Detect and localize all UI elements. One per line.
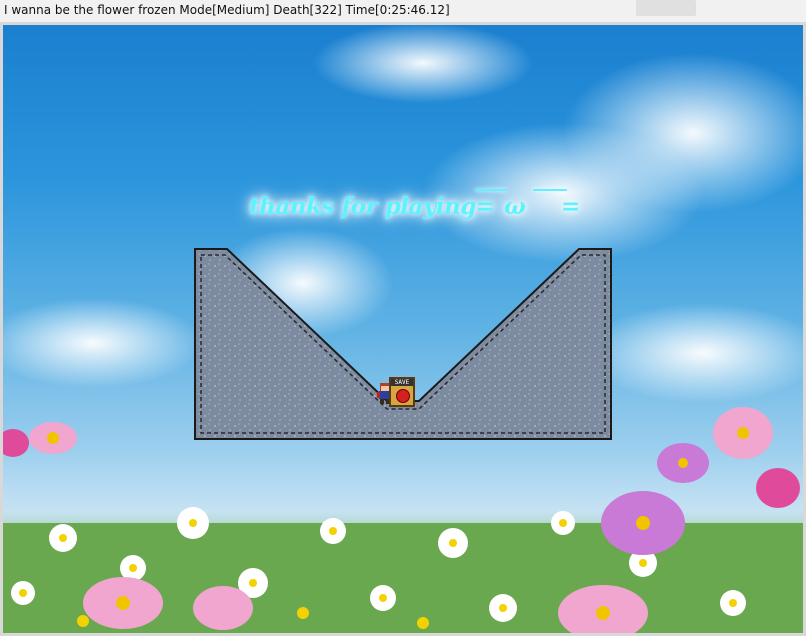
ending-message: thanks for playing= ω =	[249, 175, 589, 235]
flower-field	[3, 407, 803, 633]
save-orb-icon	[396, 389, 410, 403]
game-scene	[3, 23, 803, 633]
thanks-text: thanks for playing=	[249, 193, 495, 220]
face-brow-right	[533, 189, 567, 191]
thanks-end: =	[561, 193, 580, 220]
face-brow-left	[475, 189, 507, 191]
save-box-label: SAVE	[391, 379, 413, 386]
stone-structure	[194, 248, 612, 440]
save-point[interactable]: SAVE	[389, 377, 415, 407]
window-titlebar[interactable]: I wanna be the flower frozen Mode[Medium…	[0, 0, 806, 23]
face-mouth: ω	[504, 193, 526, 220]
window-title: I wanna be the flower frozen Mode[Medium…	[4, 3, 450, 17]
game-canvas[interactable]: SAVE thanks for playing= ω =	[3, 23, 803, 633]
window-controls[interactable]	[636, 0, 696, 16]
